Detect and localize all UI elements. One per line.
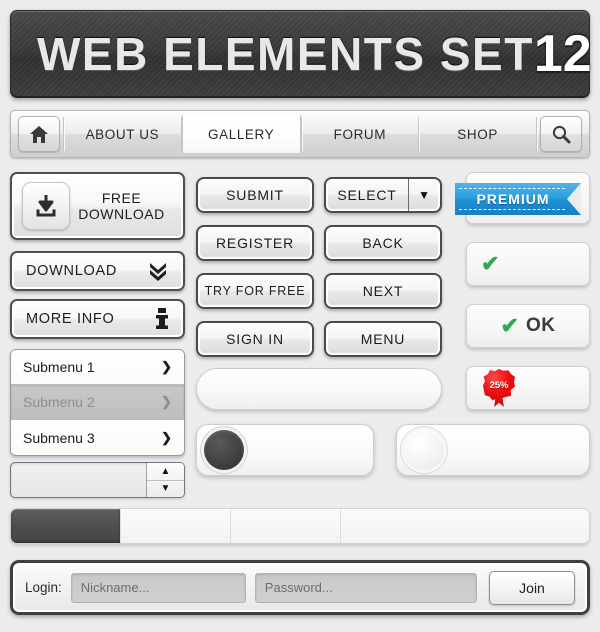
try-for-free-button[interactable]: TRY FOR FREE: [196, 273, 314, 309]
spinner-down-button[interactable]: ▼: [147, 481, 184, 498]
double-chevron-down-icon: [147, 261, 169, 281]
select-dropdown[interactable]: SELECT ▼: [324, 177, 442, 213]
home-icon: [29, 125, 49, 144]
submenu-item-2-label: Submenu 2: [23, 394, 95, 410]
submenu-item-3-label: Submenu 3: [23, 429, 95, 446]
spinner-buttons: ▲ ▼: [146, 463, 184, 497]
submenu-item-2[interactable]: Submenu 2 ❯: [11, 385, 184, 420]
nav-item-about-us[interactable]: ABOUT US: [64, 115, 181, 153]
check-card-inner: ✔: [467, 243, 589, 285]
premium-label: PREMIUM: [476, 191, 550, 207]
spinner-input[interactable]: [11, 463, 146, 497]
text-input-pill[interactable]: [196, 368, 442, 410]
register-button[interactable]: REGISTER: [196, 225, 314, 261]
menu-button[interactable]: MENU: [324, 321, 442, 357]
search-button[interactable]: [540, 116, 582, 152]
submenu-item-1-label: Submenu 1: [23, 359, 95, 375]
login-label: Login:: [25, 580, 62, 595]
download-button[interactable]: DOWNLOAD: [10, 251, 185, 291]
spinner-up-button[interactable]: ▲: [147, 463, 184, 481]
more-info-button[interactable]: MORE INFO: [10, 299, 185, 339]
free-download-button[interactable]: FREE DOWNLOAD: [10, 172, 185, 240]
toggle-knob-on: [204, 430, 244, 470]
submit-button[interactable]: SUBMIT: [196, 177, 314, 213]
page-title: WEB ELEMENTS SET: [37, 28, 534, 80]
search-icon: [551, 124, 571, 144]
free-download-line1: FREE: [101, 189, 142, 206]
toggle-switch-off[interactable]: [396, 424, 590, 476]
join-button[interactable]: Join: [489, 570, 575, 605]
free-download-label: FREE DOWNLOAD: [70, 190, 173, 222]
discount-card-inner: 25%: [467, 367, 589, 409]
select-label: SELECT: [337, 187, 397, 203]
check-card: ✔: [466, 242, 590, 286]
chevron-right-icon: ❯: [161, 429, 172, 445]
discount-card: 25%: [466, 366, 590, 410]
header-set-number: 12: [533, 25, 592, 83]
ribbon-notch: [567, 183, 581, 215]
submenu-list: Submenu 1 ❯ Submenu 2 ❯ Submenu 3 ❯: [10, 349, 185, 456]
download-icon-box: [22, 182, 70, 230]
segment-3[interactable]: [231, 509, 341, 543]
ok-card: ✔ OK: [466, 304, 590, 348]
nav-separator: [536, 117, 537, 151]
nav-item-gallery[interactable]: GALLERY: [181, 115, 301, 153]
rosette-disc: 25%: [483, 369, 515, 401]
nickname-input[interactable]: Nickname...: [70, 572, 246, 603]
ok-label: OK: [525, 315, 556, 336]
chevron-right-icon: ❯: [161, 394, 172, 409]
ok-card-inner: ✔ OK: [467, 305, 589, 347]
check-icon: ✔: [481, 251, 500, 276]
chevron-down-icon[interactable]: ▼: [408, 179, 440, 211]
number-spinner[interactable]: ▲ ▼: [10, 462, 185, 498]
premium-card: PREMIUM: [455, 172, 590, 224]
nav-item-shop[interactable]: SHOP: [419, 115, 536, 153]
submenu-item-3[interactable]: Submenu 3 ❯: [11, 420, 184, 455]
back-button[interactable]: BACK: [324, 225, 442, 261]
toggle-switch-on[interactable]: [196, 424, 374, 476]
download-tray-icon: [33, 193, 59, 219]
segment-4[interactable]: [341, 509, 589, 543]
login-bar: Login: Nickname... Password... Join: [10, 560, 590, 615]
chevron-right-icon: ❯: [161, 359, 172, 374]
toggle-knob-off: [404, 430, 444, 470]
segment-2[interactable]: [121, 509, 231, 543]
check-icon: ✔: [500, 313, 519, 338]
next-button[interactable]: NEXT: [324, 273, 442, 309]
nav-item-forum[interactable]: FORUM: [302, 115, 419, 153]
submenu-item-1[interactable]: Submenu 1 ❯: [11, 350, 184, 385]
password-input[interactable]: Password...: [254, 572, 477, 603]
segmented-bar: [10, 508, 590, 544]
more-info-label: MORE INFO: [26, 311, 115, 327]
main-navigation: ABOUT US GALLERY FORUM SHOP: [10, 110, 590, 158]
info-i-icon: [155, 308, 169, 330]
rosette-badge-icon: 25%: [481, 369, 517, 407]
header-banner: WEB ELEMENTS SET 12: [10, 10, 592, 98]
segment-1[interactable]: [11, 509, 121, 543]
premium-ribbon[interactable]: PREMIUM: [455, 183, 581, 215]
download-label: DOWNLOAD: [26, 263, 117, 279]
free-download-line2: DOWNLOAD: [78, 206, 165, 222]
sign-in-button[interactable]: SIGN IN: [196, 321, 314, 357]
home-button[interactable]: [18, 116, 60, 152]
discount-percent-label: 25%: [489, 379, 509, 391]
